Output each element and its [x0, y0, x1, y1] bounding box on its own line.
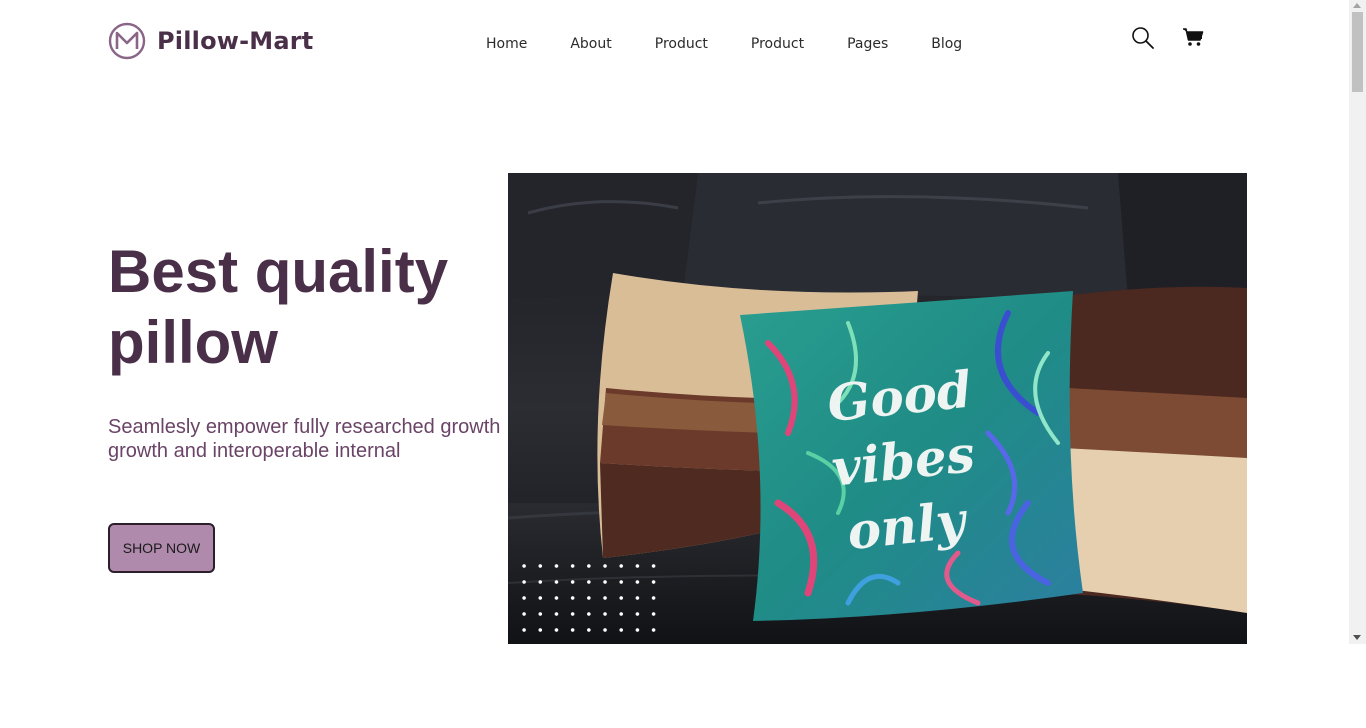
cart-icon — [1183, 28, 1204, 46]
search-button[interactable] — [1131, 26, 1155, 50]
logo-mark-icon — [108, 22, 146, 60]
cart-button[interactable] — [1182, 26, 1204, 48]
hero-subtitle-line-1: Seamlesly empower fully researched growt… — [108, 416, 501, 438]
scroll-thumb[interactable] — [1352, 12, 1363, 92]
nav-item-blog[interactable]: Blog — [931, 36, 962, 52]
scroll-down-arrow-icon[interactable] — [1353, 635, 1361, 640]
search-icon — [1132, 27, 1154, 49]
pillow-text-line-3: only — [844, 490, 970, 561]
nav-item-product-2[interactable]: Product — [751, 36, 804, 52]
shop-now-button[interactable]: SHOP NOW — [108, 523, 215, 573]
main-nav: Home About Product Product Pages Blog — [486, 36, 962, 52]
scroll-up-arrow-icon[interactable] — [1353, 3, 1361, 8]
dot-pattern — [516, 558, 656, 638]
hero-subtitle-line-2: growth and interoperable internal — [108, 440, 401, 462]
hero-title-line-1: Best quality — [108, 238, 449, 305]
hero-subtitle: Seamlesly empower fully researched growt… — [108, 415, 508, 463]
nav-item-product[interactable]: Product — [655, 36, 708, 52]
site-header: Pillow-Mart Home About Product Product P… — [0, 0, 1349, 90]
nav-item-about[interactable]: About — [570, 36, 611, 52]
page-scrollbar[interactable] — [1349, 0, 1366, 644]
nav-item-pages[interactable]: Pages — [847, 36, 888, 52]
nav-item-home[interactable]: Home — [486, 36, 527, 52]
brand-name: Pillow-Mart — [157, 27, 314, 55]
hero-title: Best quality pillow — [108, 236, 508, 378]
hero-title-line-2: pillow — [108, 309, 278, 376]
hero-image: Good vibes only — [508, 173, 1247, 644]
brand-logo[interactable]: Pillow-Mart — [108, 22, 313, 60]
